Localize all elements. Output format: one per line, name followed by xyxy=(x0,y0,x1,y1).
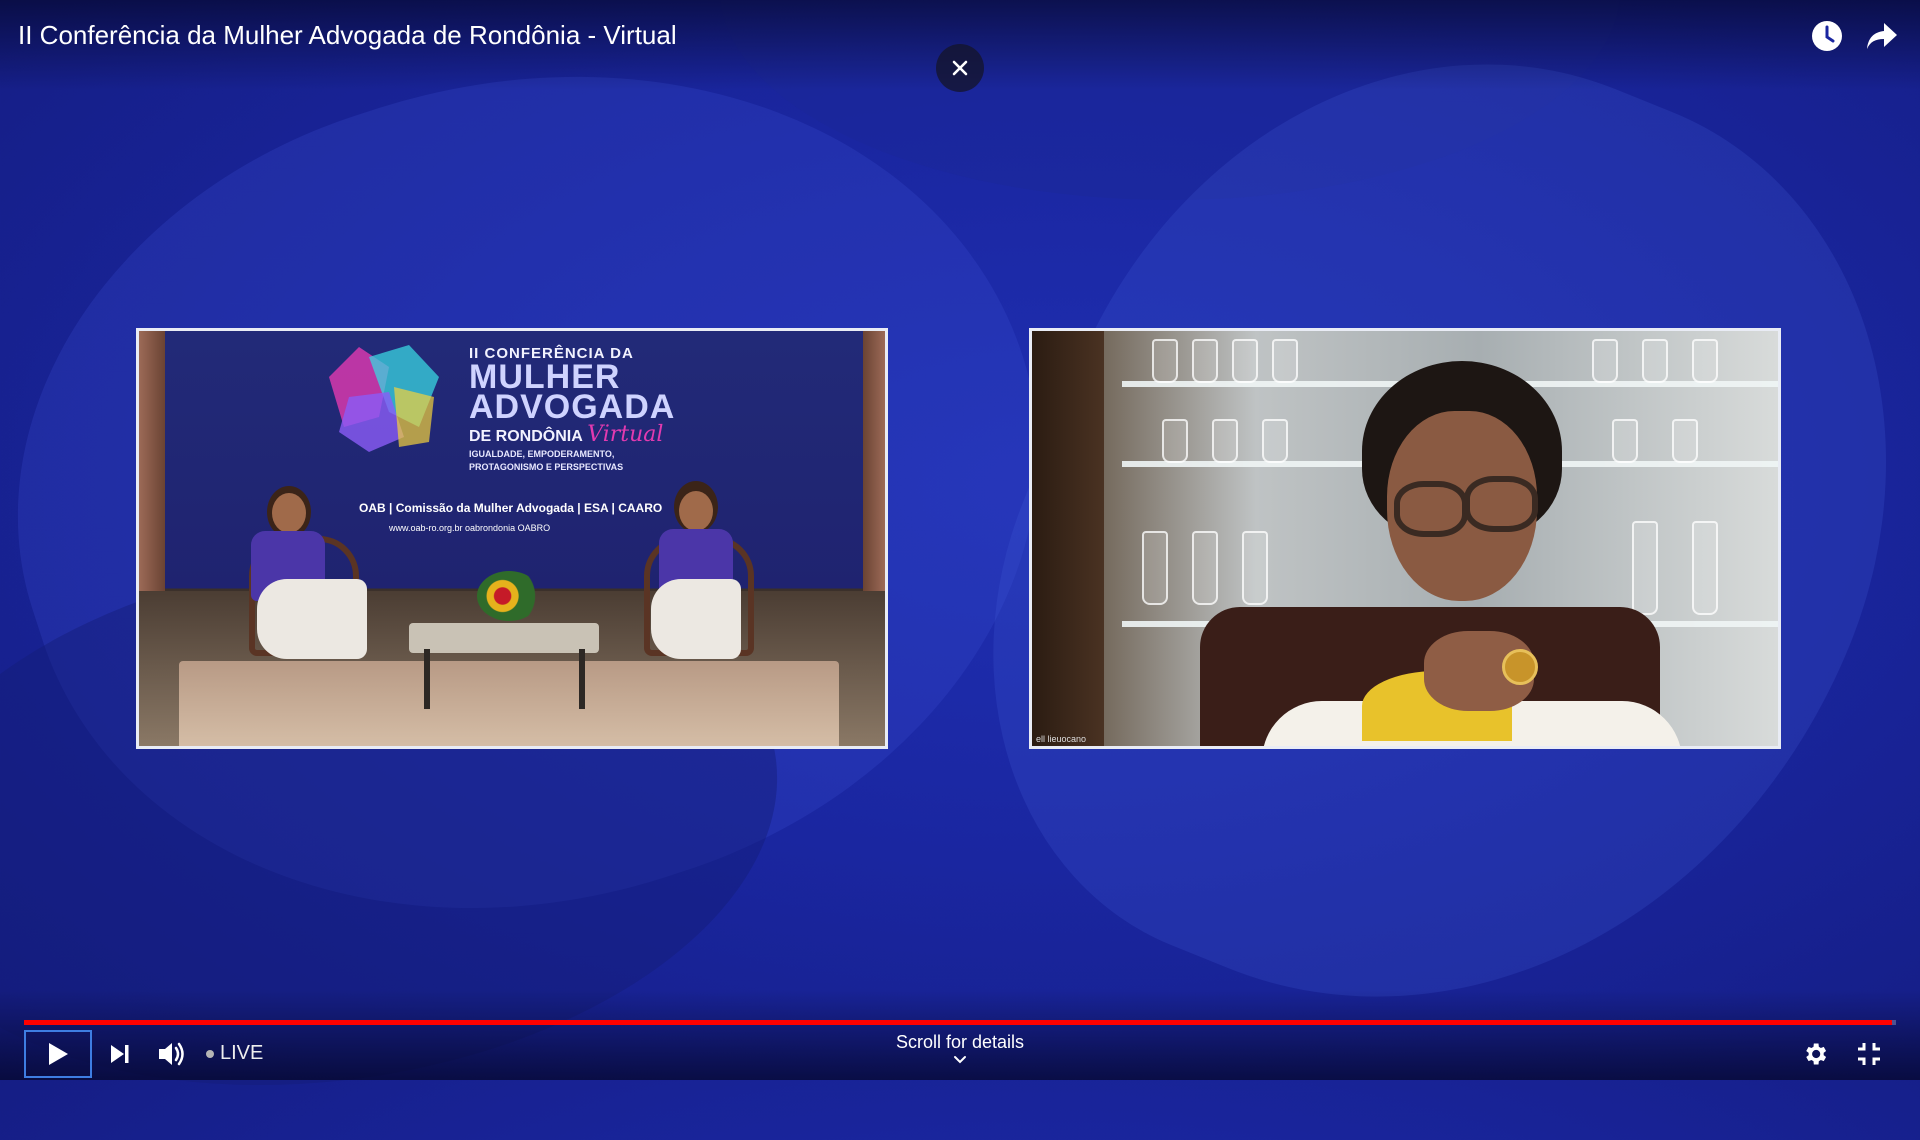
glass xyxy=(1272,339,1298,383)
glass xyxy=(1242,531,1268,605)
table-leg xyxy=(424,649,430,709)
cabinet-frame xyxy=(1032,331,1104,746)
glass xyxy=(1192,531,1218,605)
coffee-table xyxy=(409,623,599,653)
participant-name-tag: ell lieuocano xyxy=(1036,734,1087,744)
table-leg xyxy=(579,649,585,709)
ring xyxy=(1502,649,1538,685)
banner-subtitle: IGUALDADE, EMPODERAMENTO, xyxy=(469,449,615,459)
live-indicator[interactable]: LIVE xyxy=(206,1042,263,1065)
volume-icon xyxy=(159,1042,184,1066)
glass xyxy=(1142,531,1168,605)
live-dot xyxy=(206,1049,214,1058)
banner-subtitle: PROTAGONISMO E PERSPECTIVAS xyxy=(469,462,624,472)
banner-illustration xyxy=(329,345,439,452)
glass xyxy=(1192,339,1218,383)
scroll-label: Scroll for details xyxy=(895,1032,1025,1052)
glass xyxy=(1262,419,1288,463)
volume-button[interactable] xyxy=(152,1030,192,1078)
progress-bar[interactable] xyxy=(24,1020,1896,1025)
exit-fullscreen-button[interactable] xyxy=(1849,1030,1889,1078)
video-title[interactable]: II Conferência da Mulher Advogada de Ron… xyxy=(18,20,677,51)
rug xyxy=(179,661,839,746)
eyeglasses xyxy=(1464,476,1538,532)
event-banner: II CONFERÊNCIA DA MULHER ADVOGADA DE RON… xyxy=(469,345,769,473)
exit-fullscreen-icon xyxy=(1858,1043,1880,1065)
flower-arrangement xyxy=(477,571,541,621)
person-head xyxy=(679,491,713,531)
curtain xyxy=(863,331,885,591)
glass xyxy=(1162,419,1188,463)
glass xyxy=(1672,419,1698,463)
live-label: LIVE xyxy=(220,1042,264,1064)
settings-button[interactable] xyxy=(1795,1030,1835,1078)
progress-bar-played xyxy=(24,1020,1893,1025)
sponsor-logos: OAB | Comissão da Mulher Advogada | ESA … xyxy=(359,501,663,515)
glass xyxy=(1642,339,1668,383)
glass xyxy=(1232,339,1258,383)
webcam-video-feed: ell lieuocano xyxy=(1029,328,1781,749)
banner-heading: ADVOGADA xyxy=(469,388,676,426)
next-icon xyxy=(111,1045,129,1063)
glass xyxy=(1152,339,1178,383)
close-button[interactable] xyxy=(936,44,984,92)
scroll-for-details[interactable]: Scroll for details xyxy=(860,1032,1060,1065)
chevron-down-icon xyxy=(954,1056,966,1064)
play-icon xyxy=(49,1043,68,1065)
glass xyxy=(1692,521,1718,615)
person-skirt xyxy=(257,579,367,659)
curtain xyxy=(139,331,165,591)
banner-line: DE RONDÔNIA xyxy=(469,428,583,445)
glass xyxy=(1212,419,1238,463)
banner-virtual: Virtual xyxy=(587,422,664,447)
stage-video-feed: II CONFERÊNCIA DA MULHER ADVOGADA DE RON… xyxy=(136,328,888,749)
eyeglasses xyxy=(1394,481,1468,537)
settings-icon xyxy=(1806,1043,1827,1065)
social-links: www.oab-ro.org.br oabrondonia OABRO xyxy=(389,523,551,533)
close-icon xyxy=(952,60,968,76)
next-button[interactable] xyxy=(100,1030,140,1078)
person-head xyxy=(272,493,306,533)
watch-later-icon[interactable] xyxy=(1807,16,1847,56)
glass xyxy=(1612,419,1638,463)
glass xyxy=(1592,339,1618,383)
person-pants xyxy=(651,579,741,659)
glass xyxy=(1632,521,1658,615)
glass xyxy=(1692,339,1718,383)
play-button[interactable] xyxy=(24,1030,92,1078)
share-icon[interactable] xyxy=(1862,16,1902,56)
